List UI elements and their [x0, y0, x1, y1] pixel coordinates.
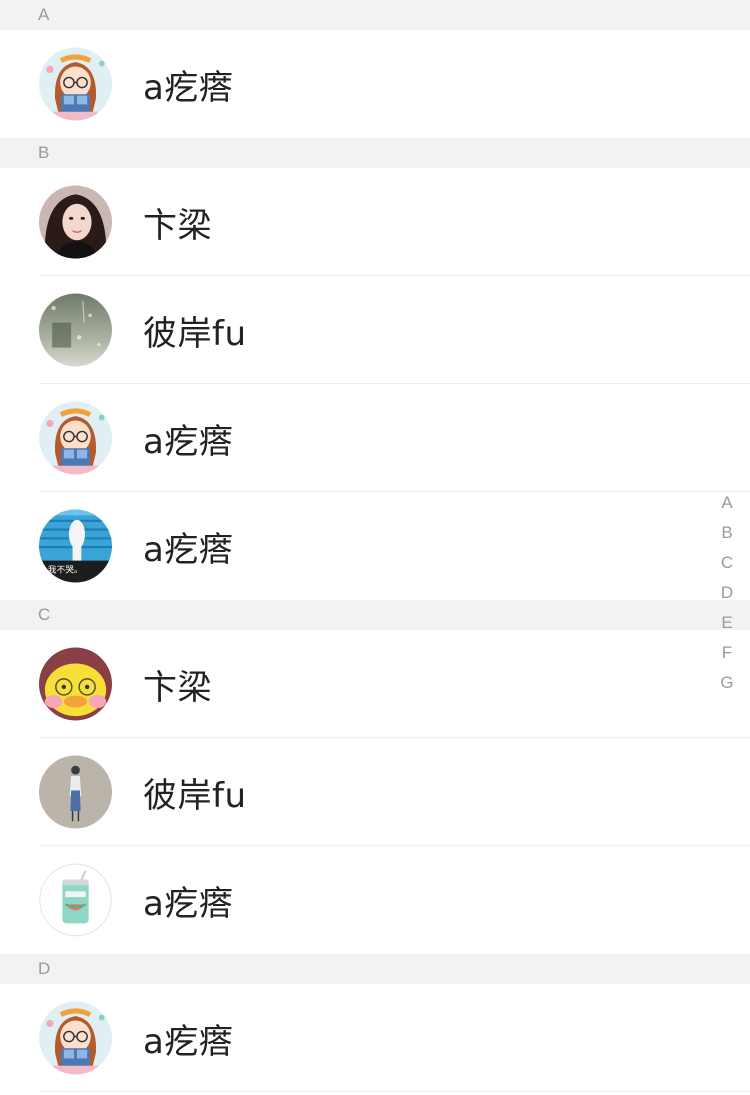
contact-name: a疙瘩	[143, 421, 234, 462]
contact-row[interactable]: 卞梁	[0, 630, 750, 738]
contact-row[interactable]: 彼岸fu	[0, 276, 750, 384]
contact-list[interactable]: A a疙瘩 B 卞梁 彼岸fu a疙瘩 我不哭。 a疙瘩 C 卞梁 彼岸fu a…	[0, 0, 750, 1095]
girl-reading-avatar	[39, 1001, 112, 1075]
index-letter-f[interactable]: F	[722, 638, 732, 668]
alphabet-index-bar[interactable]: ABCDEFG	[718, 488, 736, 698]
contact-row[interactable]: a疙瘩	[0, 846, 750, 954]
drink-can-avatar	[39, 863, 112, 937]
contact-row[interactable]: 彼岸fu	[0, 738, 750, 846]
rainy-window-avatar	[39, 293, 112, 367]
section-header-a: A	[0, 0, 750, 30]
wall-photo-avatar: 我不哭。	[39, 509, 112, 583]
index-letter-d[interactable]: D	[721, 578, 733, 608]
girl-reading-avatar	[39, 47, 112, 121]
contact-name: 卞梁	[143, 667, 212, 708]
section-header-d: D	[0, 954, 750, 984]
contact-row[interactable]: a疙瘩	[0, 384, 750, 492]
selfie-photo-avatar	[39, 185, 112, 259]
index-letter-c[interactable]: C	[721, 548, 733, 578]
row-divider	[40, 1091, 750, 1092]
contact-name: 彼岸fu	[143, 775, 247, 816]
contact-name: a疙瘩	[143, 1021, 234, 1062]
contact-row[interactable]: a疙瘩	[0, 30, 750, 138]
index-letter-e[interactable]: E	[721, 608, 732, 638]
index-letter-a[interactable]: A	[721, 488, 732, 518]
contact-name: 彼岸fu	[143, 313, 247, 354]
contact-name: a疙瘩	[143, 67, 234, 108]
section-header-b: B	[0, 138, 750, 168]
wall-photo-caption: 我不哭。	[48, 564, 83, 575]
contact-name: 卞梁	[143, 205, 212, 246]
standing-figure-avatar	[39, 755, 112, 829]
contact-row[interactable]: 我不哭。 a疙瘩	[0, 492, 750, 600]
contact-name: a疙瘩	[143, 529, 234, 570]
index-letter-b[interactable]: B	[721, 518, 732, 548]
girl-reading-avatar	[39, 401, 112, 475]
index-letter-g[interactable]: G	[720, 668, 733, 698]
section-header-c: C	[0, 600, 750, 630]
contact-name: a疙瘩	[143, 883, 234, 924]
contact-row[interactable]: 卞梁	[0, 168, 750, 276]
contact-row[interactable]: a疙瘩	[0, 984, 750, 1092]
yellow-duck-avatar	[39, 647, 112, 721]
